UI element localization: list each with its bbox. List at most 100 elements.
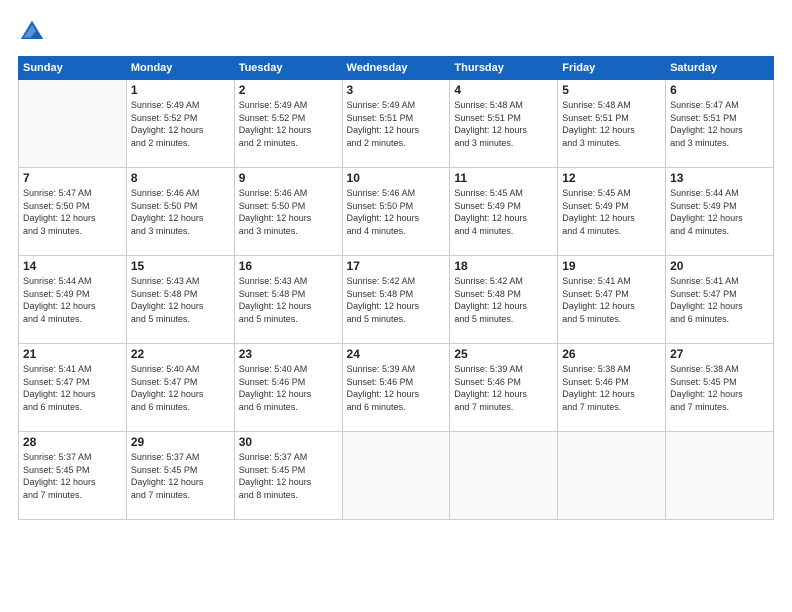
day-info: Sunrise: 5:47 AM Sunset: 5:51 PM Dayligh… xyxy=(670,99,769,149)
weekday-header-sunday: Sunday xyxy=(19,57,127,80)
day-info: Sunrise: 5:37 AM Sunset: 5:45 PM Dayligh… xyxy=(239,451,338,501)
day-number: 2 xyxy=(239,83,338,97)
day-number: 28 xyxy=(23,435,122,449)
day-number: 7 xyxy=(23,171,122,185)
calendar-cell: 10 Sunrise: 5:46 AM Sunset: 5:50 PM Dayli… xyxy=(342,168,450,256)
day-number: 21 xyxy=(23,347,122,361)
day-info: Sunrise: 5:45 AM Sunset: 5:49 PM Dayligh… xyxy=(454,187,553,237)
day-info: Sunrise: 5:42 AM Sunset: 5:48 PM Dayligh… xyxy=(454,275,553,325)
calendar-cell: 11 Sunrise: 5:45 AM Sunset: 5:49 PM Dayli… xyxy=(450,168,558,256)
calendar-table: SundayMondayTuesdayWednesdayThursdayFrid… xyxy=(18,56,774,520)
logo xyxy=(18,18,50,46)
calendar-cell: 12 Sunrise: 5:45 AM Sunset: 5:49 PM Dayli… xyxy=(558,168,666,256)
day-info: Sunrise: 5:42 AM Sunset: 5:48 PM Dayligh… xyxy=(347,275,446,325)
calendar-cell: 7Sunrise: 5:47 AM Sunset: 5:50 PM Daylig… xyxy=(19,168,127,256)
day-info: Sunrise: 5:39 AM Sunset: 5:46 PM Dayligh… xyxy=(347,363,446,413)
calendar-week-3: 14 Sunrise: 5:44 AM Sunset: 5:49 PM Dayli… xyxy=(19,256,774,344)
day-info: Sunrise: 5:43 AM Sunset: 5:48 PM Dayligh… xyxy=(239,275,338,325)
calendar-cell xyxy=(342,432,450,520)
day-info: Sunrise: 5:37 AM Sunset: 5:45 PM Dayligh… xyxy=(131,451,230,501)
day-number: 19 xyxy=(562,259,661,273)
calendar-week-5: 28 Sunrise: 5:37 AM Sunset: 5:45 PM Dayli… xyxy=(19,432,774,520)
day-info: Sunrise: 5:39 AM Sunset: 5:46 PM Dayligh… xyxy=(454,363,553,413)
calendar-cell: 14 Sunrise: 5:44 AM Sunset: 5:49 PM Dayli… xyxy=(19,256,127,344)
calendar-cell: 22 Sunrise: 5:40 AM Sunset: 5:47 PM Dayli… xyxy=(126,344,234,432)
day-info: Sunrise: 5:44 AM Sunset: 5:49 PM Dayligh… xyxy=(23,275,122,325)
day-number: 16 xyxy=(239,259,338,273)
logo-icon xyxy=(18,18,46,46)
calendar-week-1: 1 Sunrise: 5:49 AM Sunset: 5:52 PM Daylig… xyxy=(19,80,774,168)
day-info: Sunrise: 5:40 AM Sunset: 5:47 PM Dayligh… xyxy=(131,363,230,413)
calendar-cell xyxy=(558,432,666,520)
calendar-cell: 2 Sunrise: 5:49 AM Sunset: 5:52 PM Daylig… xyxy=(234,80,342,168)
weekday-header-friday: Friday xyxy=(558,57,666,80)
calendar-week-4: 21Sunrise: 5:41 AM Sunset: 5:47 PM Dayli… xyxy=(19,344,774,432)
calendar-cell: 29 Sunrise: 5:37 AM Sunset: 5:45 PM Dayli… xyxy=(126,432,234,520)
day-number: 8 xyxy=(131,171,230,185)
calendar-cell: 3 Sunrise: 5:49 AM Sunset: 5:51 PM Daylig… xyxy=(342,80,450,168)
day-number: 24 xyxy=(347,347,446,361)
calendar-cell: 5Sunrise: 5:48 AM Sunset: 5:51 PM Daylig… xyxy=(558,80,666,168)
day-info: Sunrise: 5:44 AM Sunset: 5:49 PM Dayligh… xyxy=(670,187,769,237)
calendar-cell: 4 Sunrise: 5:48 AM Sunset: 5:51 PM Daylig… xyxy=(450,80,558,168)
page: SundayMondayTuesdayWednesdayThursdayFrid… xyxy=(0,0,792,612)
weekday-header-thursday: Thursday xyxy=(450,57,558,80)
day-info: Sunrise: 5:43 AM Sunset: 5:48 PM Dayligh… xyxy=(131,275,230,325)
day-number: 11 xyxy=(454,171,553,185)
day-info: Sunrise: 5:49 AM Sunset: 5:52 PM Dayligh… xyxy=(239,99,338,149)
weekday-header-saturday: Saturday xyxy=(666,57,774,80)
day-number: 6 xyxy=(670,83,769,97)
day-info: Sunrise: 5:37 AM Sunset: 5:45 PM Dayligh… xyxy=(23,451,122,501)
day-number: 1 xyxy=(131,83,230,97)
day-info: Sunrise: 5:46 AM Sunset: 5:50 PM Dayligh… xyxy=(347,187,446,237)
day-number: 17 xyxy=(347,259,446,273)
day-info: Sunrise: 5:49 AM Sunset: 5:52 PM Dayligh… xyxy=(131,99,230,149)
calendar-cell: 8Sunrise: 5:46 AM Sunset: 5:50 PM Daylig… xyxy=(126,168,234,256)
calendar-cell: 9Sunrise: 5:46 AM Sunset: 5:50 PM Daylig… xyxy=(234,168,342,256)
day-number: 3 xyxy=(347,83,446,97)
day-number: 18 xyxy=(454,259,553,273)
calendar-cell: 17 Sunrise: 5:42 AM Sunset: 5:48 PM Dayli… xyxy=(342,256,450,344)
day-number: 9 xyxy=(239,171,338,185)
calendar-cell: 26 Sunrise: 5:38 AM Sunset: 5:46 PM Dayli… xyxy=(558,344,666,432)
day-number: 15 xyxy=(131,259,230,273)
day-number: 14 xyxy=(23,259,122,273)
calendar-cell xyxy=(666,432,774,520)
day-number: 25 xyxy=(454,347,553,361)
day-number: 4 xyxy=(454,83,553,97)
day-number: 13 xyxy=(670,171,769,185)
day-info: Sunrise: 5:48 AM Sunset: 5:51 PM Dayligh… xyxy=(454,99,553,149)
header xyxy=(18,18,774,46)
day-info: Sunrise: 5:40 AM Sunset: 5:46 PM Dayligh… xyxy=(239,363,338,413)
weekday-header-tuesday: Tuesday xyxy=(234,57,342,80)
day-number: 29 xyxy=(131,435,230,449)
day-number: 22 xyxy=(131,347,230,361)
day-number: 5 xyxy=(562,83,661,97)
day-info: Sunrise: 5:41 AM Sunset: 5:47 PM Dayligh… xyxy=(562,275,661,325)
calendar-cell xyxy=(19,80,127,168)
weekday-header-wednesday: Wednesday xyxy=(342,57,450,80)
calendar-cell: 21Sunrise: 5:41 AM Sunset: 5:47 PM Dayli… xyxy=(19,344,127,432)
calendar-cell: 20Sunrise: 5:41 AM Sunset: 5:47 PM Dayli… xyxy=(666,256,774,344)
day-info: Sunrise: 5:45 AM Sunset: 5:49 PM Dayligh… xyxy=(562,187,661,237)
day-info: Sunrise: 5:38 AM Sunset: 5:45 PM Dayligh… xyxy=(670,363,769,413)
weekday-header-row: SundayMondayTuesdayWednesdayThursdayFrid… xyxy=(19,57,774,80)
calendar-cell: 23 Sunrise: 5:40 AM Sunset: 5:46 PM Dayli… xyxy=(234,344,342,432)
day-number: 26 xyxy=(562,347,661,361)
day-info: Sunrise: 5:49 AM Sunset: 5:51 PM Dayligh… xyxy=(347,99,446,149)
calendar-cell: 16 Sunrise: 5:43 AM Sunset: 5:48 PM Dayli… xyxy=(234,256,342,344)
day-number: 10 xyxy=(347,171,446,185)
calendar-cell: 28 Sunrise: 5:37 AM Sunset: 5:45 PM Dayli… xyxy=(19,432,127,520)
calendar-cell xyxy=(450,432,558,520)
calendar-cell: 15 Sunrise: 5:43 AM Sunset: 5:48 PM Dayli… xyxy=(126,256,234,344)
weekday-header-monday: Monday xyxy=(126,57,234,80)
calendar-week-2: 7Sunrise: 5:47 AM Sunset: 5:50 PM Daylig… xyxy=(19,168,774,256)
day-info: Sunrise: 5:41 AM Sunset: 5:47 PM Dayligh… xyxy=(670,275,769,325)
calendar-cell: 13 Sunrise: 5:44 AM Sunset: 5:49 PM Dayli… xyxy=(666,168,774,256)
day-number: 23 xyxy=(239,347,338,361)
calendar-cell: 18 Sunrise: 5:42 AM Sunset: 5:48 PM Dayli… xyxy=(450,256,558,344)
day-number: 12 xyxy=(562,171,661,185)
calendar-cell: 30Sunrise: 5:37 AM Sunset: 5:45 PM Dayli… xyxy=(234,432,342,520)
calendar-cell: 6 Sunrise: 5:47 AM Sunset: 5:51 PM Daylig… xyxy=(666,80,774,168)
day-info: Sunrise: 5:38 AM Sunset: 5:46 PM Dayligh… xyxy=(562,363,661,413)
